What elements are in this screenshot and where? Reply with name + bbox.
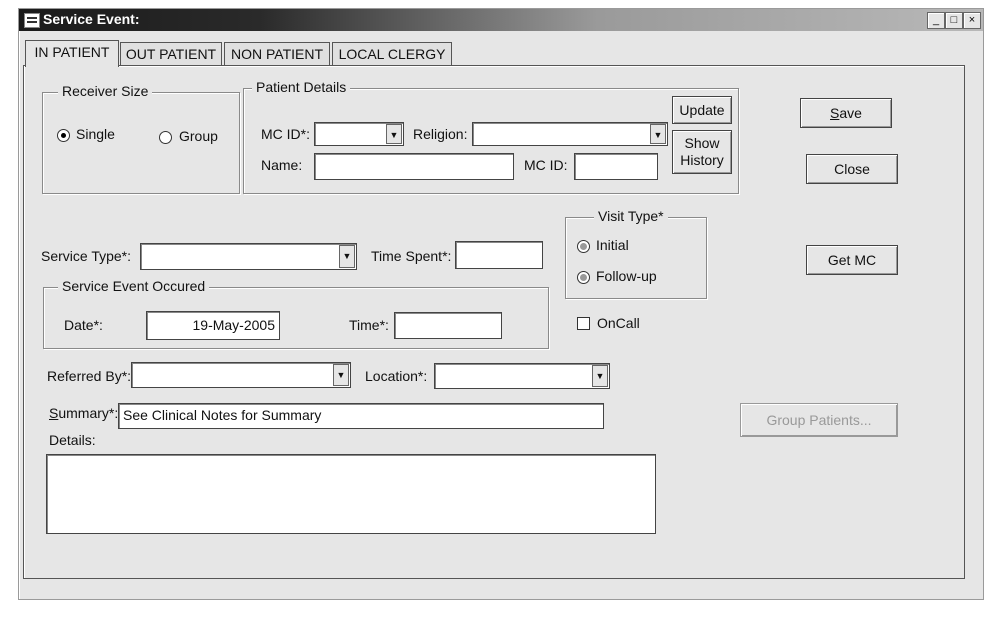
single-radio[interactable] <box>57 129 70 142</box>
tab-local-clergy-label: LOCAL CLERGY <box>338 46 446 62</box>
tab-out-patient[interactable]: OUT PATIENT <box>120 42 222 65</box>
service-event-window: Service Event: _ □ × IN PATIENT OUT PATI… <box>18 8 984 600</box>
time-label: Time*: <box>349 317 389 333</box>
tab-in-patient[interactable]: IN PATIENT <box>25 40 119 67</box>
summary-label: Summary*: <box>49 405 118 421</box>
date-input[interactable]: 19-May-2005 <box>146 311 280 340</box>
close-window-button[interactable]: × <box>963 12 981 29</box>
mc-id-secondary-label: MC ID: <box>524 157 568 173</box>
chevron-down-icon[interactable]: ▼ <box>333 364 349 386</box>
group-patients-button[interactable]: Group Patients... <box>740 403 898 437</box>
location-combo[interactable]: ▼ <box>434 363 610 389</box>
tab-out-patient-label: OUT PATIENT <box>125 46 217 62</box>
get-mc-button[interactable]: Get MC <box>806 245 898 275</box>
close-button[interactable]: Close <box>806 154 898 184</box>
location-label: Location*: <box>365 368 428 384</box>
initial-radio[interactable] <box>577 240 590 253</box>
follow-up-label: Follow-up <box>596 268 657 284</box>
service-type-label: Service Type*: <box>41 248 132 264</box>
patient-details-legend: Patient Details <box>252 79 351 95</box>
show-history-label-line2: History <box>680 152 724 168</box>
initial-label: Initial <box>596 237 629 253</box>
mc-id-secondary-input[interactable] <box>574 153 658 180</box>
show-history-label-line1: Show <box>684 135 720 151</box>
tab-local-clergy[interactable]: LOCAL CLERGY <box>332 42 452 65</box>
minimize-button[interactable]: _ <box>927 12 945 29</box>
chevron-down-icon[interactable]: ▼ <box>386 124 402 144</box>
save-button[interactable]: Save <box>800 98 892 128</box>
update-button[interactable]: Update <box>672 96 732 124</box>
tab-non-patient[interactable]: NON PATIENT <box>224 42 330 65</box>
service-event-occured-legend: Service Event Occured <box>58 278 210 294</box>
title-bar[interactable]: Service Event: _ □ × <box>19 9 983 31</box>
oncall-checkbox[interactable] <box>577 317 590 330</box>
name-label: Name: <box>261 157 303 173</box>
in-patient-panel: Receiver Size Single Group Patient Detai… <box>23 65 965 579</box>
mc-id-label: MC ID*: <box>261 126 310 142</box>
mc-id-combo[interactable]: ▼ <box>314 122 404 146</box>
visit-type-legend: Visit Type* <box>594 208 668 224</box>
chevron-down-icon[interactable]: ▼ <box>592 365 608 387</box>
time-spent-label: Time Spent*: <box>371 248 452 264</box>
group-radio[interactable] <box>159 131 172 144</box>
window-title: Service Event: <box>43 11 140 27</box>
save-underline: S <box>830 105 840 121</box>
receiver-size-legend: Receiver Size <box>58 83 153 99</box>
single-label: Single <box>76 126 115 142</box>
form-icon <box>24 13 40 28</box>
referred-by-combo[interactable]: ▼ <box>131 362 351 388</box>
details-label: Details: <box>49 432 96 448</box>
service-type-combo[interactable]: ▼ <box>140 243 357 270</box>
name-input[interactable] <box>314 153 514 180</box>
summary-label-rest: ummary*: <box>58 405 119 421</box>
referred-by-label: Referred By*: <box>47 368 132 384</box>
date-label: Date*: <box>64 317 103 333</box>
group-label: Group <box>179 128 218 144</box>
summary-label-underline: S <box>49 405 59 421</box>
tab-in-patient-label: IN PATIENT <box>34 44 110 60</box>
summary-input[interactable]: See Clinical Notes for Summary <box>118 403 604 429</box>
maximize-button[interactable]: □ <box>945 12 963 29</box>
save-label-rest: ave <box>839 105 862 121</box>
oncall-label: OnCall <box>597 315 640 331</box>
religion-combo[interactable]: ▼ <box>472 122 668 146</box>
visit-type-group <box>565 217 707 299</box>
time-spent-input[interactable] <box>455 241 543 269</box>
details-textarea[interactable] <box>46 454 656 534</box>
tab-non-patient-label: NON PATIENT <box>230 46 324 62</box>
time-input[interactable] <box>394 312 502 339</box>
religion-label: Religion: <box>413 126 468 142</box>
follow-up-radio[interactable] <box>577 271 590 284</box>
chevron-down-icon[interactable]: ▼ <box>339 245 355 268</box>
chevron-down-icon[interactable]: ▼ <box>650 124 666 144</box>
show-history-button[interactable]: Show History <box>672 130 732 174</box>
